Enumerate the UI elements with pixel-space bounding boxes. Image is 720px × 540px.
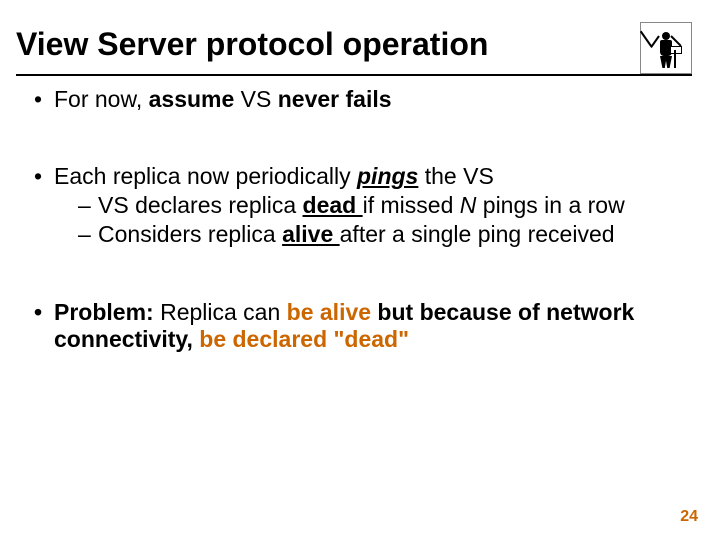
slide-title: View Server protocol operation	[16, 26, 488, 63]
text: Replica can	[154, 299, 287, 325]
title-row: View Server protocol operation	[16, 26, 692, 74]
bullet-list: For now, assume VS never fails Each repl…	[16, 86, 692, 353]
text-italic: N	[460, 192, 477, 218]
text-accent: be declared "dead"	[199, 326, 409, 352]
text: VS declares replica	[98, 192, 303, 218]
text: Each replica now periodically	[54, 163, 357, 189]
bullet-2a: VS declares replica dead if missed N pin…	[78, 192, 692, 219]
text: after a single ping received	[340, 221, 615, 247]
text-bold: assume	[149, 86, 235, 112]
text-bold: never fails	[278, 86, 392, 112]
text-bold: Problem:	[54, 299, 154, 325]
page-number: 24	[680, 508, 698, 526]
bullet-3: Problem: Replica can be alive but becaus…	[34, 299, 692, 353]
bullet-2: Each replica now periodically pings the …	[34, 163, 692, 248]
text-bold: alive	[282, 221, 340, 247]
text: pings in a row	[476, 192, 624, 218]
text: if missed	[363, 192, 460, 218]
text-accent: be alive	[287, 299, 371, 325]
bullet-2b: Considers replica alive after a single p…	[78, 221, 692, 248]
slide: View Server protocol operation For now, …	[0, 0, 720, 540]
sub-list: VS declares replica dead if missed N pin…	[54, 192, 692, 248]
title-underline	[16, 74, 692, 76]
text: VS	[234, 86, 277, 112]
text: Considers replica	[98, 221, 282, 247]
text-emph: pings	[357, 163, 418, 189]
text: For now,	[54, 86, 149, 112]
conductor-icon	[640, 22, 692, 74]
bullet-1: For now, assume VS never fails	[34, 86, 692, 113]
text: the VS	[418, 163, 493, 189]
text-bold: dead	[303, 192, 363, 218]
